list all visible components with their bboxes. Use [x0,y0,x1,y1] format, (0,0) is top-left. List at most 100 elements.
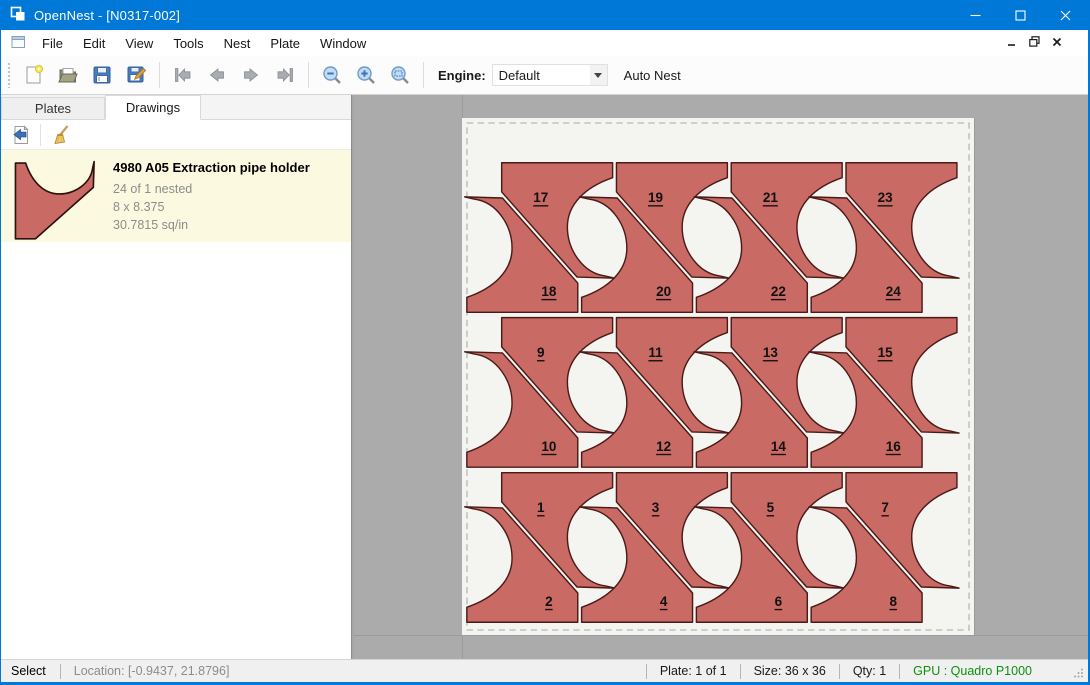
part-number-label: 18 [541,284,557,299]
plate-sheet[interactable]: 171819202122232491011121314151612345678 [462,118,975,635]
tab-drawings[interactable]: Drawings [105,95,201,120]
main-area: Plates Drawings [1,95,1088,659]
zoom-extents-icon [389,64,411,86]
zoom-in-icon [355,64,377,86]
toolbar-separator [308,62,309,88]
menu-edit[interactable]: Edit [73,32,115,55]
mdi-restore-button[interactable] [1029,36,1040,50]
drawing-size: 8 x 8.375 [113,198,310,216]
previous-plate-button[interactable] [203,61,231,89]
world-origin-hline [354,635,1088,636]
import-drawing-button[interactable] [7,122,35,148]
engine-value: Default [493,68,590,83]
part-number-label: 7 [881,500,889,515]
drawing-thumbnail [11,158,101,242]
part-number-label: 19 [648,190,664,205]
status-mode: Select [11,664,46,678]
statusbar: Select Location: [-0.9437, 21.8796] Plat… [1,659,1088,682]
part-number-label: 20 [656,284,671,299]
open-file-button[interactable] [54,61,82,89]
clear-drawings-button[interactable] [46,122,74,148]
toolbar-separator [40,124,41,146]
last-arrow-icon [274,64,296,86]
zoom-out-icon [321,64,343,86]
app-window: OpenNest - [N0317-002] File Edit View To… [0,0,1090,685]
status-plate-size: Size: 36 x 36 [754,664,826,678]
status-gpu: GPU : Quadro P1000 [913,664,1032,678]
first-plate-button[interactable] [169,61,197,89]
status-separator [646,664,647,679]
next-plate-button[interactable] [237,61,265,89]
part-number-label: 10 [541,439,556,454]
part-number-label: 17 [533,190,548,205]
part-number-label: 4 [660,594,668,609]
part-number-label: 5 [767,500,775,515]
menu-plate[interactable]: Plate [260,32,310,55]
left-panel: Plates Drawings [1,95,351,659]
window-title: OpenNest - [N0317-002] [34,8,180,23]
first-arrow-icon [172,64,194,86]
drawings-toolbar [1,120,351,150]
mdi-close-button[interactable] [1052,36,1062,50]
nested-parts-layer: 171819202122232491011121314151612345678 [465,163,959,623]
close-button[interactable] [1043,0,1088,30]
save-file-button[interactable] [88,61,116,89]
resize-grip[interactable] [1073,667,1084,681]
titlebar[interactable]: OpenNest - [N0317-002] [1,0,1088,30]
broom-icon [49,124,71,146]
minimize-button[interactable] [953,0,998,30]
part-number-label: 24 [886,284,902,299]
nest-canvas[interactable]: 171819202122232491011121314151612345678 [354,95,1088,659]
menu-nest[interactable]: Nest [214,32,261,55]
menu-file[interactable]: File [32,32,73,55]
zoom-extents-button[interactable] [386,61,414,89]
status-qty: Qty: 1 [853,664,886,678]
toolbar-grip[interactable] [7,62,12,88]
part-number-label: 1 [537,500,545,515]
mdi-minimize-button[interactable] [1007,36,1017,50]
part-number-label: 21 [763,190,779,205]
part-number-label: 14 [771,439,787,454]
last-plate-button[interactable] [271,61,299,89]
part-number-label: 22 [771,284,786,299]
import-drawing-icon [10,124,32,146]
combo-dropdown-button[interactable] [590,65,607,85]
status-location: Location: [-0.9437, 21.8796] [74,664,230,678]
auto-nest-button[interactable]: Auto Nest [618,64,687,87]
main-toolbar: Engine: Default Auto Nest [1,56,1088,95]
tab-plates[interactable]: Plates [1,97,105,119]
status-separator [899,664,900,679]
engine-label: Engine: [438,68,486,83]
part-number-label: 8 [889,594,897,609]
menu-view[interactable]: View [115,32,163,55]
next-arrow-icon [240,64,262,86]
zoom-in-button[interactable] [352,61,380,89]
status-separator [740,664,741,679]
status-separator [839,664,840,679]
chevron-down-icon [594,73,602,78]
drawing-list-item[interactable]: 4980 A05 Extraction pipe holder 24 of 1 … [1,150,351,242]
drawing-title: 4980 A05 Extraction pipe holder [113,160,310,175]
zoom-out-button[interactable] [318,61,346,89]
part-number-label: 23 [878,190,894,205]
part-number-label: 3 [652,500,660,515]
drawing-area: 30.7815 sq/in [113,216,310,234]
menu-tools[interactable]: Tools [163,32,213,55]
drawing-thumbnail-path [15,162,94,239]
status-separator [60,664,61,679]
save-as-button[interactable] [122,61,150,89]
part-number-label: 15 [878,345,894,360]
app-icon [10,6,26,25]
maximize-button[interactable] [998,0,1043,30]
part-number-label: 11 [648,345,663,360]
part-number-label: 12 [656,439,671,454]
part-number-label: 9 [537,345,545,360]
menu-window[interactable]: Window [310,32,376,55]
toolbar-separator [159,62,160,88]
new-file-button[interactable] [20,61,48,89]
engine-combobox[interactable]: Default [492,64,608,86]
nest-svg: 171819202122232491011121314151612345678 [462,118,974,635]
document-window-icon[interactable] [11,35,26,52]
drawing-list-empty-space [1,242,351,659]
save-icon [91,64,113,86]
